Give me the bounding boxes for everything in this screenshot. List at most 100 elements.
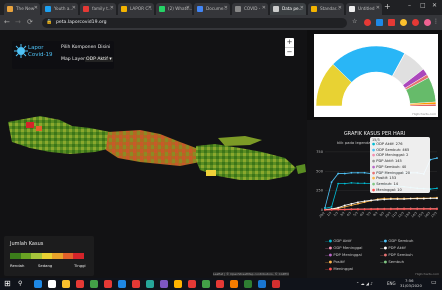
legend-item[interactable]: —● ODP Aktif — [325, 238, 351, 243]
taskbar-app-icon[interactable] — [62, 280, 70, 288]
browser-tab[interactable]: Docume... ✕ — [194, 3, 230, 15]
data-point[interactable] — [370, 199, 373, 202]
star-icon[interactable]: ☆ — [352, 18, 357, 25]
data-point[interactable] — [324, 209, 326, 211]
close-tab-icon[interactable]: ✕ — [148, 5, 152, 11]
taskbar-app-icon[interactable] — [202, 280, 210, 288]
data-point[interactable] — [429, 208, 432, 211]
data-point[interactable] — [436, 157, 438, 159]
legend-item[interactable]: —● Sembuh — [380, 259, 404, 264]
data-point[interactable] — [363, 182, 366, 185]
avatar[interactable] — [424, 19, 431, 26]
data-point[interactable] — [350, 181, 353, 184]
data-point[interactable] — [350, 202, 353, 205]
windows-start-icon[interactable]: ⊞ — [4, 279, 11, 288]
taskbar-app-icon[interactable] — [244, 280, 252, 288]
legend-item[interactable]: —● ODP Sembuh — [380, 238, 413, 243]
url-field[interactable]: 🔒 peta.laporcovid19.org — [42, 18, 347, 28]
map-attribution[interactable]: Leaflet | © OpenStreetMap contributors, … — [213, 272, 289, 276]
taskbar-app-icon[interactable] — [34, 280, 42, 288]
data-point[interactable] — [350, 204, 353, 207]
taskbar-app-icon[interactable] — [48, 280, 56, 288]
data-point[interactable] — [357, 201, 359, 204]
zoom-in-button[interactable]: + — [285, 38, 294, 47]
browser-tab[interactable]: family t... ✕ — [80, 3, 116, 15]
forward-icon[interactable]: → — [15, 18, 21, 26]
close-tab-icon[interactable]: ✕ — [72, 5, 76, 11]
close-tab-icon[interactable]: ✕ — [110, 5, 114, 11]
data-point[interactable] — [403, 198, 405, 201]
browser-tab[interactable]: Data pe... ✕ — [270, 3, 306, 15]
data-point[interactable] — [357, 202, 359, 205]
data-point[interactable] — [350, 171, 353, 174]
search-icon[interactable]: ⚲ — [18, 280, 22, 287]
maximize-button[interactable]: □ — [420, 2, 426, 9]
close-tab-icon[interactable]: ✕ — [262, 5, 266, 11]
close-tab-icon[interactable]: ✕ — [186, 5, 190, 11]
map-layer-select[interactable]: ODP Aktif ▾ — [85, 57, 113, 62]
data-point[interactable] — [370, 208, 373, 211]
legend-item[interactable]: —● PDP Meninggal — [325, 252, 362, 257]
data-point[interactable] — [343, 208, 346, 211]
legend-item[interactable]: —● ODP Meninggal — [325, 245, 362, 250]
data-point[interactable] — [389, 208, 392, 211]
data-point[interactable] — [343, 204, 346, 207]
extension-icon[interactable] — [376, 19, 383, 26]
close-tab-icon[interactable]: ✕ — [34, 5, 38, 11]
data-point[interactable] — [337, 172, 340, 175]
data-point[interactable] — [376, 199, 379, 201]
data-point[interactable] — [422, 197, 425, 200]
taskbar-app-icon[interactable] — [272, 280, 280, 288]
legend-item[interactable]: —● Positif — [325, 259, 345, 264]
back-icon[interactable]: ← — [4, 18, 10, 26]
data-point[interactable] — [337, 182, 340, 185]
close-window-button[interactable]: ✕ — [432, 2, 437, 9]
pie-credit[interactable]: Highcharts.com — [412, 112, 436, 116]
data-point[interactable] — [416, 197, 419, 200]
data-point[interactable] — [343, 172, 346, 175]
data-point[interactable] — [409, 197, 412, 200]
legend-item[interactable]: —● PDP Sembuh — [380, 252, 413, 257]
data-point[interactable] — [350, 208, 353, 211]
extension-icon[interactable] — [412, 19, 419, 26]
taskbar-app-icon[interactable] — [160, 280, 168, 288]
close-tab-icon[interactable]: ✕ — [300, 5, 304, 11]
data-point[interactable] — [422, 208, 425, 211]
data-point[interactable] — [330, 208, 333, 211]
data-point[interactable] — [363, 171, 366, 174]
data-point[interactable] — [436, 208, 438, 211]
extension-icon[interactable] — [364, 19, 371, 26]
taskbar-app-icon[interactable] — [146, 280, 154, 288]
menu-icon[interactable]: ⋮ — [433, 18, 439, 25]
data-point[interactable] — [337, 206, 340, 209]
data-point[interactable] — [396, 208, 399, 211]
data-point[interactable] — [429, 197, 432, 200]
data-point[interactable] — [357, 208, 359, 211]
taskbar-app-icon[interactable] — [76, 280, 84, 288]
zoom-out-button[interactable]: − — [285, 47, 294, 56]
taskbar-app-icon[interactable] — [188, 280, 196, 288]
browser-tab[interactable]: The New ✕ — [4, 3, 40, 15]
legend-item[interactable]: —● Meninggal — [325, 266, 353, 271]
data-point[interactable] — [389, 198, 392, 201]
browser-tab[interactable]: Untitled ✕ — [346, 3, 382, 15]
data-point[interactable] — [363, 200, 366, 202]
browser-tab[interactable]: Standar... ✕ — [308, 3, 344, 15]
taskbar-app-icon[interactable] — [216, 280, 224, 288]
data-point[interactable] — [396, 198, 399, 201]
close-tab-icon[interactable]: ✕ — [376, 5, 380, 11]
data-point[interactable] — [436, 197, 438, 200]
data-point[interactable] — [343, 182, 346, 185]
browser-tab[interactable]: (2) Whats... ✕ — [156, 3, 192, 15]
language-indicator[interactable]: ENG — [387, 281, 396, 286]
tray-icons[interactable]: ⌃ ☁ ◢ ♪ — [356, 281, 373, 286]
data-point[interactable] — [416, 208, 419, 211]
data-point[interactable] — [357, 182, 359, 185]
taskbar-app-icon[interactable] — [90, 280, 98, 288]
taskbar-app-icon[interactable] — [174, 280, 182, 288]
minimize-button[interactable]: – — [408, 2, 411, 9]
reload-icon[interactable]: ⟳ — [27, 18, 33, 26]
data-point[interactable] — [403, 208, 405, 211]
data-point[interactable] — [330, 206, 333, 208]
data-point[interactable] — [363, 208, 366, 211]
